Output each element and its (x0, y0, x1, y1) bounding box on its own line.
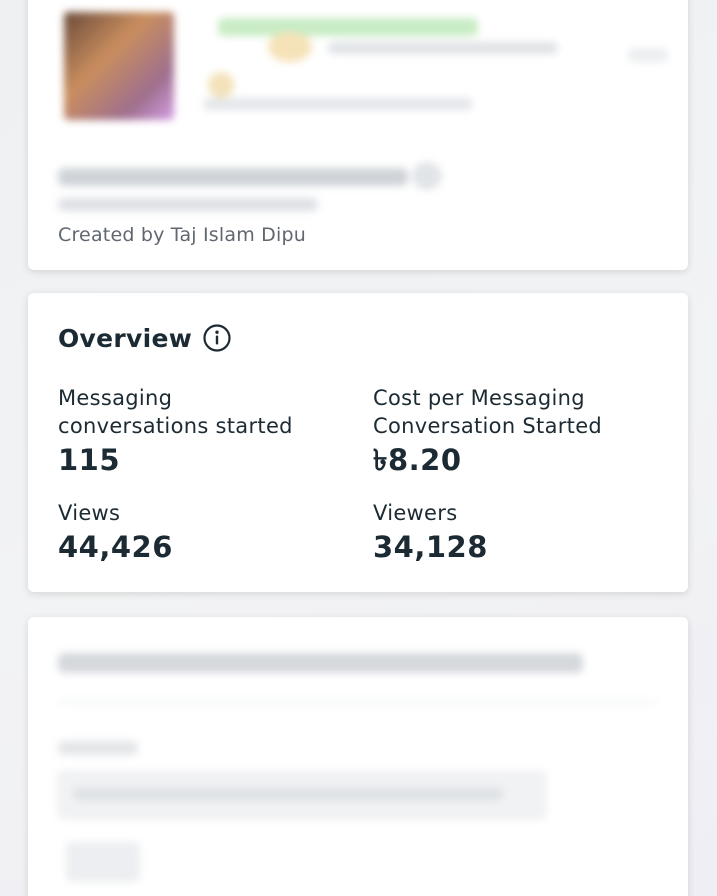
blurred-info-icon (412, 162, 442, 190)
metric-cost-per-conversation: Cost per Messaging Conversation Started … (373, 384, 673, 478)
metric-label: Cost per Messaging Conversation Started (373, 386, 603, 438)
blurred-divider (58, 701, 658, 703)
metric-messaging-conversations: Messaging conversations started 115 (58, 384, 358, 478)
blurred-action[interactable] (628, 48, 668, 62)
info-icon[interactable] (202, 323, 232, 353)
blurred-badge (268, 32, 312, 62)
blurred-status-dot (208, 72, 234, 98)
metric-value: 44,426 (58, 530, 173, 564)
campaign-summary-card: Created by Taj Islam Dipu (28, 0, 688, 270)
metric-value: 115 (58, 443, 121, 477)
created-by-text: Created by Taj Islam Dipu (58, 224, 306, 246)
blurred-subtitle-bar (328, 42, 558, 54)
overview-card: Overview Messaging conversations started… (28, 293, 688, 592)
ad-thumbnail-image[interactable] (64, 12, 174, 120)
metric-value: ৳8.20 (373, 443, 462, 477)
metric-label: Messaging conversations started (58, 386, 293, 438)
metric-value: 34,128 (373, 530, 488, 564)
blurred-button[interactable] (66, 842, 140, 882)
blurred-campaign-name (58, 168, 408, 186)
blurred-field-label (58, 741, 138, 755)
page: Created by Taj Islam Dipu Overview Messa… (0, 0, 717, 896)
metric-label: Viewers (373, 501, 458, 525)
blurred-meta-bar (203, 98, 473, 110)
blurred-campaign-id (58, 198, 318, 211)
blurred-section-heading (58, 653, 583, 673)
metric-viewers: Viewers 34,128 (373, 499, 673, 565)
blurred-title-bar (218, 18, 478, 36)
lower-section-card (28, 617, 688, 896)
overview-header: Overview (58, 323, 232, 353)
blurred-field-text (73, 787, 503, 801)
overview-title: Overview (58, 323, 193, 353)
metric-label: Views (58, 501, 121, 525)
metric-views: Views 44,426 (58, 499, 358, 565)
